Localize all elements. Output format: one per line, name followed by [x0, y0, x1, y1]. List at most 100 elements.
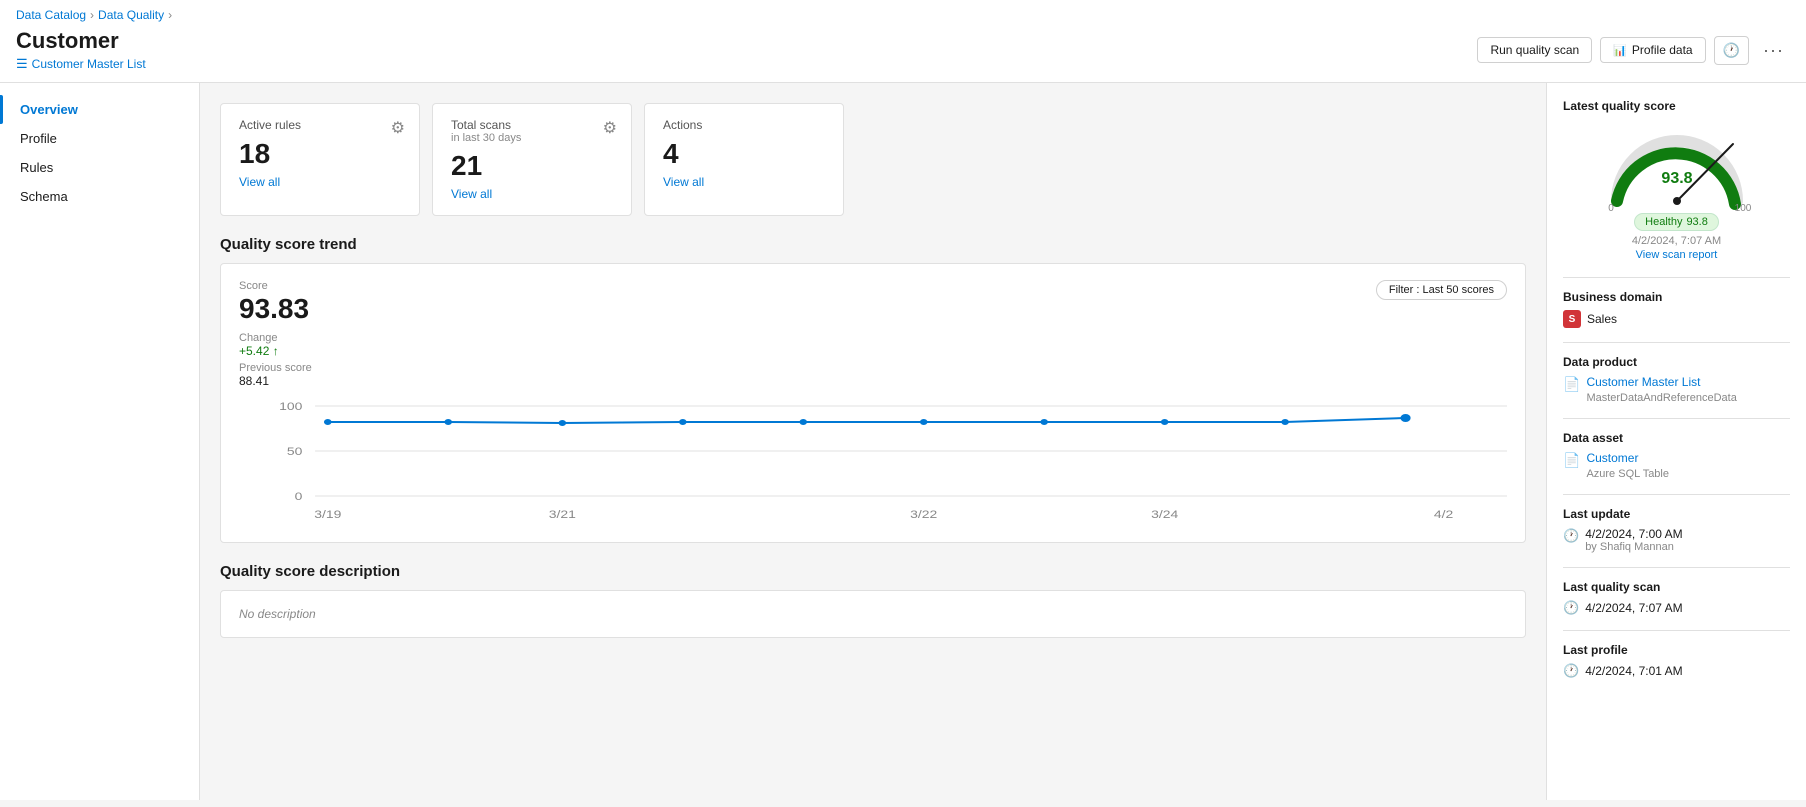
no-description: No description	[239, 607, 1507, 621]
data-asset-sub: Azure SQL Table	[1586, 468, 1669, 480]
description-section-title: Quality score description	[220, 563, 1526, 580]
more-options-button[interactable]: ···	[1757, 36, 1790, 65]
data-asset-icon: 📄	[1563, 452, 1580, 469]
data-product-sub: MasterDataAndReferenceData	[1586, 392, 1736, 404]
total-scans-link[interactable]: View all	[451, 187, 492, 201]
clock-icon: 🕐	[1723, 42, 1740, 59]
last-update-by: by Shafiq Mannan	[1585, 541, 1682, 553]
last-update-date: 4/2/2024, 7:00 AM	[1585, 527, 1682, 541]
gauge-svg: 0 100 93.8	[1597, 121, 1757, 211]
svg-text:100: 100	[279, 400, 302, 412]
divider-4	[1563, 494, 1790, 495]
active-rules-value: 18	[239, 138, 401, 170]
sidebar-item-schema[interactable]: Schema	[0, 182, 199, 211]
data-asset-section: Data asset 📄 Customer Azure SQL Table	[1563, 431, 1790, 480]
sidebar-item-profile[interactable]: Profile	[0, 124, 199, 153]
total-scans-icon: ⚙	[603, 118, 617, 138]
last-update-title: Last update	[1563, 507, 1790, 521]
domain-label: Sales	[1587, 312, 1617, 326]
quality-score-section: Quality score trend Score 93.83 Change +…	[220, 236, 1526, 543]
total-scans-subtitle: in last 30 days	[451, 132, 613, 144]
profile-data-button[interactable]: 📊 Profile data	[1600, 37, 1705, 63]
description-card: No description	[220, 590, 1526, 638]
filter-button[interactable]: Filter : Last 50 scores	[1376, 280, 1507, 300]
svg-text:100: 100	[1734, 203, 1751, 211]
page-title: Customer	[16, 28, 146, 54]
subtitle-icon: ☰	[16, 56, 28, 72]
last-update-section: Last update 🕐 4/2/2024, 7:00 AM by Shafi…	[1563, 507, 1790, 553]
last-quality-scan-date: 4/2/2024, 7:07 AM	[1585, 601, 1682, 615]
svg-text:4/2: 4/2	[1434, 508, 1453, 520]
last-update-icon: 🕐	[1563, 528, 1579, 544]
chart-score-label: Score	[239, 280, 312, 292]
divider-3	[1563, 418, 1790, 419]
active-rules-card: Active rules ⚙ 18 View all	[220, 103, 420, 216]
last-profile-icon: 🕐	[1563, 663, 1579, 679]
chart-prev-label: Previous score	[239, 362, 312, 374]
data-product-icon: 📄	[1563, 376, 1580, 393]
actions-card: Actions 4 View all	[644, 103, 844, 216]
breadcrumb-data-catalog[interactable]: Data Catalog	[16, 8, 86, 22]
data-product-title: Data product	[1563, 355, 1790, 369]
actions-title: Actions	[663, 118, 825, 132]
data-product-section: Data product 📄 Customer Master List Mast…	[1563, 355, 1790, 404]
sidebar-item-overview[interactable]: Overview	[0, 95, 199, 124]
svg-text:3/22: 3/22	[910, 508, 937, 520]
total-scans-card: Total scans in last 30 days ⚙ 21 View al…	[432, 103, 632, 216]
chart-icon: 📊	[1613, 44, 1627, 57]
domain-badge: S	[1563, 310, 1581, 328]
svg-text:93.8: 93.8	[1661, 170, 1692, 187]
actions-value: 4	[663, 138, 825, 170]
run-quality-scan-button[interactable]: Run quality scan	[1477, 37, 1592, 63]
sidebar-item-rules[interactable]: Rules	[0, 153, 199, 182]
data-product-name[interactable]: Customer Master List	[1586, 375, 1736, 389]
last-profile-title: Last profile	[1563, 643, 1790, 657]
page-subtitle[interactable]: Customer Master List	[32, 57, 146, 71]
divider-5	[1563, 567, 1790, 568]
main-content: Active rules ⚙ 18 View all Total scans i…	[200, 83, 1546, 800]
chart-change-value: +5.42 ↑	[239, 344, 312, 358]
chart-card: Score 93.83 Change +5.42 ↑ Previous scor…	[220, 263, 1526, 543]
latest-score-section: Latest quality score 0 100 93.8	[1563, 99, 1790, 261]
breadcrumb: Data Catalog › Data Quality ›	[16, 8, 172, 22]
divider-6	[1563, 630, 1790, 631]
svg-text:3/19: 3/19	[314, 508, 341, 520]
business-domain-section: Business domain S Sales	[1563, 290, 1790, 328]
last-profile-date: 4/2/2024, 7:01 AM	[1585, 664, 1682, 678]
svg-text:0: 0	[1608, 203, 1614, 211]
chart-prev-value: 88.41	[239, 374, 312, 388]
total-scans-title: Total scans	[451, 118, 613, 132]
cards-row: Active rules ⚙ 18 View all Total scans i…	[220, 103, 1526, 216]
divider-1	[1563, 277, 1790, 278]
last-quality-scan-section: Last quality scan 🕐 4/2/2024, 7:07 AM	[1563, 580, 1790, 616]
breadcrumb-data-quality[interactable]: Data Quality	[98, 8, 164, 22]
svg-text:0: 0	[295, 490, 303, 502]
svg-text:3/21: 3/21	[549, 508, 576, 520]
active-rules-title: Active rules	[239, 118, 401, 132]
divider-2	[1563, 342, 1790, 343]
chart-svg: 100 50 0	[239, 396, 1507, 526]
business-domain-title: Business domain	[1563, 290, 1790, 304]
gauge-badge: Healthy 93.8	[1634, 213, 1719, 231]
sidebar: Overview Profile Rules Schema	[0, 83, 200, 800]
latest-score-title: Latest quality score	[1563, 99, 1790, 113]
last-profile-section: Last profile 🕐 4/2/2024, 7:01 AM	[1563, 643, 1790, 679]
right-panel: Latest quality score 0 100 93.8	[1546, 83, 1806, 800]
history-button[interactable]: 🕐	[1714, 36, 1749, 65]
view-scan-report-link[interactable]: View scan report	[1636, 249, 1718, 261]
last-quality-scan-title: Last quality scan	[1563, 580, 1790, 594]
total-scans-value: 21	[451, 150, 613, 182]
quality-score-section-title: Quality score trend	[220, 236, 1526, 253]
header-actions: Run quality scan 📊 Profile data 🕐 ···	[1477, 36, 1790, 65]
svg-text:50: 50	[287, 445, 303, 457]
chart-area: 100 50 0	[239, 396, 1507, 526]
data-asset-name[interactable]: Customer	[1586, 451, 1669, 465]
description-section: Quality score description No description	[220, 563, 1526, 638]
last-quality-scan-icon: 🕐	[1563, 600, 1579, 616]
chart-change-label: Change	[239, 332, 312, 344]
actions-link[interactable]: View all	[663, 175, 704, 189]
gauge-container: 0 100 93.8 Healthy 93.8 4/2/2024, 7:07 A…	[1563, 121, 1790, 261]
active-rules-link[interactable]: View all	[239, 175, 280, 189]
gauge-date: 4/2/2024, 7:07 AM	[1632, 235, 1721, 247]
data-asset-title: Data asset	[1563, 431, 1790, 445]
